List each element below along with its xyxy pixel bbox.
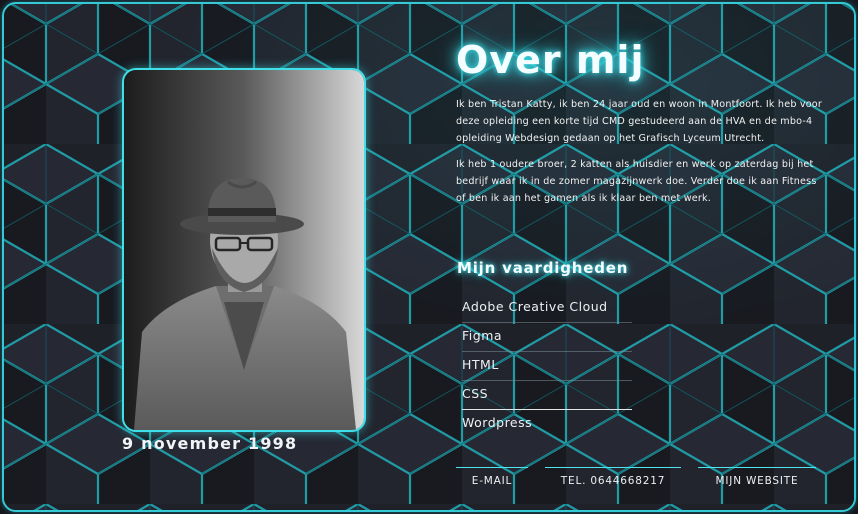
bio-paragraph: Ik ben Tristan Katty, ik ben 24 jaar oud… xyxy=(456,99,823,145)
profile-photo-image xyxy=(124,70,364,430)
website-link[interactable]: MIJN WEBSITE xyxy=(698,467,816,489)
skills-list: Adobe Creative Cloud Figma HTML CSS Word… xyxy=(462,294,632,439)
skills-heading: Mijn vaardigheden xyxy=(457,259,629,277)
page-frame: 9 november 1998 Over mij Ik ben Tristan … xyxy=(2,2,856,512)
skill-item: Figma xyxy=(462,323,632,352)
email-link[interactable]: E-MAIL xyxy=(456,467,528,489)
skill-item: Wordpress xyxy=(462,415,533,430)
skill-item: Adobe Creative Cloud xyxy=(462,294,632,323)
bio-paragraph: Ik heb 1 oudere broer, 2 katten als huis… xyxy=(456,158,817,205)
skill-item: HTML xyxy=(462,352,632,381)
skill-item: CSS xyxy=(462,381,632,410)
phone-link[interactable]: TEL. 0644668217 xyxy=(545,467,681,489)
profile-photo xyxy=(122,68,366,432)
birth-date: 9 november 1998 xyxy=(122,434,298,453)
page-title: Over mij xyxy=(456,38,645,82)
bio-text: Ik ben Tristan Katty, ik ben 24 jaar oud… xyxy=(456,96,826,242)
